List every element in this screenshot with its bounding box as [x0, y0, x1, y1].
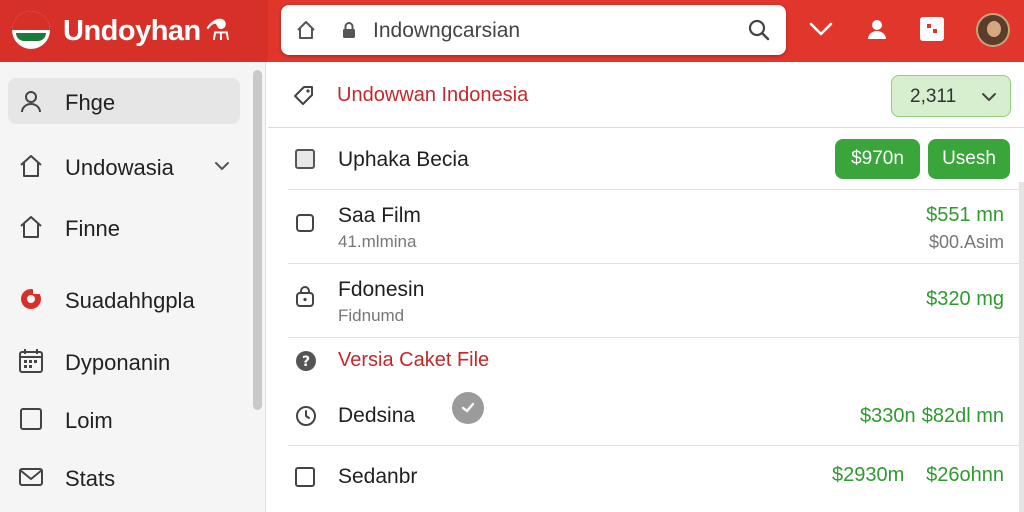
sidebar-item-loim[interactable]: Loim — [8, 396, 240, 442]
list-item[interactable]: Saa Film 41.mlmina $551 mn $00.Asim — [288, 190, 1024, 264]
item-name: Uphaka Becia — [338, 148, 469, 171]
main-header: Undowwan Indonesia 2,311 — [268, 62, 1024, 128]
brand[interactable]: Undoyhan ⚗ — [0, 0, 268, 62]
list-item[interactable]: Dedsina $330n $82dl mn — [288, 384, 1024, 446]
item-amount: $330n — [860, 405, 916, 427]
user-icon[interactable] — [865, 17, 889, 41]
item-name: Sedanbr — [338, 465, 418, 488]
address-search-bar[interactable]: Indowngcarsian — [281, 5, 786, 55]
check-icon — [461, 402, 475, 413]
square-icon — [20, 408, 42, 430]
price-button[interactable]: $970n — [835, 139, 920, 179]
status-badge[interactable] — [452, 392, 484, 424]
item-amount-secondary: $26ohnn — [926, 464, 1004, 486]
tag-icon — [294, 86, 313, 105]
file-icon — [296, 214, 314, 232]
main-content: Undowwan Indonesia 2,311 Uphaka Becia $9… — [268, 62, 1024, 512]
sidebar-item-label: Dyponanin — [65, 350, 171, 375]
item-amount: $320 mg — [926, 288, 1004, 310]
item-subtitle: 41.mlmina — [338, 232, 417, 251]
chevron-down-icon[interactable] — [808, 20, 834, 38]
sidebar-item-label: Undowasia — [65, 155, 174, 180]
select-value: 2,311 — [910, 86, 957, 107]
sidebar-scrollbar[interactable] — [253, 70, 262, 410]
list-item[interactable]: Sedanbr $2930m $26ohnn — [288, 446, 1024, 512]
lock-icon — [296, 286, 314, 307]
item-amount-secondary: $00.Asim — [928, 232, 1004, 252]
top-bar: Undoyhan ⚗ Indowngcarsian — [0, 0, 1024, 62]
item-amount-secondary: $82dl mn — [921, 405, 1004, 427]
sidebar-item-suadahhgpla[interactable]: Suadahhgpla — [8, 276, 240, 322]
brand-name: Undoyhan ⚗ — [63, 15, 231, 47]
item-subtitle: Fidnumd — [338, 306, 405, 325]
item-name: Fdonesin — [338, 278, 425, 301]
home-icon — [20, 216, 42, 238]
avatar[interactable] — [976, 13, 1010, 47]
file-link[interactable]: Versia Caket File — [338, 349, 489, 372]
card-icon[interactable] — [919, 16, 945, 42]
list-item[interactable]: Fdonesin Fidnumd $320 mg — [288, 264, 1024, 338]
search-input[interactable]: Indowngcarsian — [373, 19, 520, 43]
calendar-icon — [19, 349, 43, 373]
mail-icon — [19, 468, 43, 486]
square-icon — [295, 467, 315, 487]
sidebar-item-label: Finne — [65, 216, 121, 241]
sidebar-item-finne[interactable]: Finne — [8, 204, 240, 250]
list-item[interactable]: Uphaka Becia $970n Usesh — [288, 128, 1024, 190]
lock-icon — [343, 22, 355, 38]
sidebar-item-label: Stats — [65, 466, 116, 491]
sidebar-item-label: Fhge — [65, 90, 116, 115]
sidebar-item-undowasia[interactable]: Undowasia — [8, 143, 240, 189]
list-item[interactable]: ? Versia Caket File — [288, 338, 1024, 384]
sidebar-item-fhge[interactable]: Fhge — [8, 78, 240, 124]
sidebar-item-label: Loim — [65, 408, 113, 433]
item-name: Dedsina — [338, 404, 416, 427]
square-icon — [295, 149, 315, 169]
gear-icon — [21, 288, 41, 309]
sidebar: Fhge Undowasia Finne Suadahhgpla Dyponan… — [0, 62, 266, 512]
chevron-down-icon — [982, 93, 996, 102]
search-icon[interactable] — [747, 18, 771, 42]
brand-logo — [12, 11, 50, 49]
chevron-down-icon[interactable] — [213, 157, 231, 175]
home-icon — [20, 155, 42, 177]
svg-text:?: ? — [302, 354, 310, 370]
use-button[interactable]: Usesh — [928, 139, 1010, 179]
value-select[interactable]: 2,311 — [891, 75, 1011, 117]
help-icon: ? — [296, 351, 316, 371]
page-title: Undowwan Indonesia — [337, 84, 529, 106]
item-amount: $551 mn — [926, 204, 1004, 226]
sidebar-item-label: Suadahhgpla — [65, 288, 195, 313]
item-amount: $2930m — [832, 464, 905, 486]
home-icon[interactable] — [295, 19, 317, 41]
user-icon — [21, 91, 41, 113]
content-scrollbar[interactable] — [1019, 182, 1024, 512]
sidebar-item-stats[interactable]: Stats — [8, 454, 240, 500]
sidebar-item-dyponanin[interactable]: Dyponanin — [8, 338, 240, 384]
brand-symbol-icon: ⚗ — [204, 15, 231, 47]
item-name: Saa Film — [338, 204, 421, 227]
clock-icon — [296, 406, 316, 426]
